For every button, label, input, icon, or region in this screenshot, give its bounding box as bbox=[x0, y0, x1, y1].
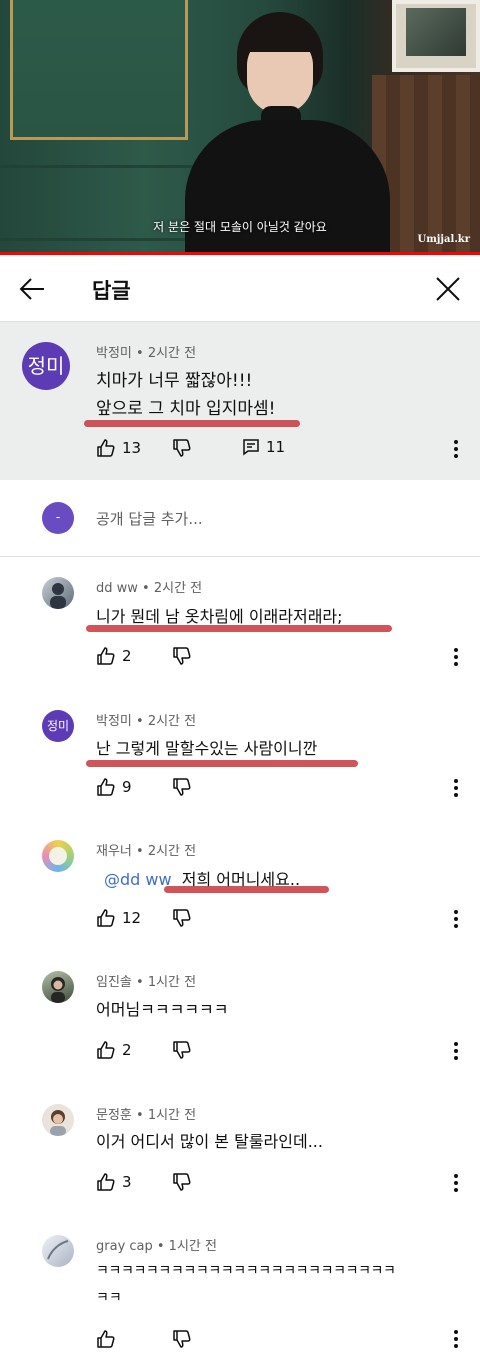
comment-author-time: 재우너 • 2시간 전 bbox=[96, 844, 197, 859]
root-comment: 정미 박정미 • 2시간 전 치마가 너무 짧잖아!!! 앞으로 그 치마 입지… bbox=[0, 322, 480, 480]
page-title: 답글 bbox=[92, 279, 131, 303]
thumbs-up-icon bbox=[97, 1330, 115, 1348]
thumbs-down-icon[interactable] bbox=[172, 1040, 192, 1060]
more-vert-icon[interactable] bbox=[452, 1328, 460, 1350]
like-button[interactable]: 9 bbox=[96, 777, 132, 797]
more-vert-icon[interactable] bbox=[452, 1172, 460, 1194]
like-count: 12 bbox=[122, 909, 142, 927]
like-button[interactable]: 13 bbox=[96, 438, 141, 458]
more-vert-icon[interactable] bbox=[452, 1040, 460, 1062]
add-reply-input[interactable]: 공개 답글 추가... bbox=[96, 508, 203, 529]
arrow-left-icon[interactable] bbox=[18, 275, 46, 303]
video-subtitle: 저 분은 절대 모솔이 아닐것 같아요 bbox=[153, 220, 327, 234]
watermark: Umjjal.kr bbox=[417, 234, 471, 245]
like-count: 2 bbox=[122, 647, 132, 665]
my-avatar: - bbox=[42, 502, 74, 534]
comment-author-time: gray cap • 1시간 전 bbox=[96, 1239, 217, 1254]
more-vert-icon[interactable] bbox=[452, 908, 460, 930]
like-button[interactable]: 2 bbox=[96, 1040, 132, 1060]
add-reply-row[interactable]: - 공개 답글 추가... bbox=[0, 480, 480, 557]
avatar[interactable] bbox=[42, 577, 74, 609]
avatar[interactable] bbox=[42, 1104, 74, 1136]
like-button[interactable]: 3 bbox=[96, 1172, 132, 1192]
thumbs-down-icon[interactable] bbox=[172, 1329, 192, 1349]
avatar[interactable]: 정미 bbox=[22, 342, 70, 390]
thumbs-up-icon bbox=[97, 1041, 115, 1059]
thumbs-up-icon bbox=[97, 909, 115, 927]
avatar[interactable]: 정미 bbox=[42, 710, 74, 742]
thumbs-down-icon[interactable] bbox=[172, 646, 192, 666]
thumbs-down-icon[interactable] bbox=[172, 1172, 192, 1192]
comment-author-time: 문정훈 • 1시간 전 bbox=[96, 1108, 197, 1123]
comment-text: 어머님ㅋㅋㅋㅋㅋㅋ bbox=[96, 1000, 229, 1019]
wall-picture bbox=[392, 0, 480, 72]
thumbs-down-icon[interactable] bbox=[172, 438, 192, 458]
thumbs-down-icon[interactable] bbox=[172, 777, 192, 797]
thumbs-down-icon[interactable] bbox=[172, 908, 192, 928]
more-vert-icon[interactable] bbox=[452, 646, 460, 668]
comment-text-line1: 치마가 너무 짧잖아!!! bbox=[96, 371, 253, 391]
thumbs-up-icon bbox=[97, 1173, 115, 1191]
thumbs-up-icon bbox=[97, 647, 115, 665]
like-count: 13 bbox=[122, 439, 142, 457]
video-player[interactable]: 저 분은 절대 모솔이 아닐것 같아요 Umjjal.kr bbox=[0, 0, 480, 255]
red-underline-mark bbox=[84, 420, 300, 427]
mention-link[interactable]: @dd ww bbox=[104, 870, 172, 889]
red-underline-mark bbox=[164, 886, 329, 893]
like-count: 3 bbox=[122, 1173, 132, 1191]
like-button[interactable]: 2 bbox=[96, 646, 132, 666]
thumbs-up-icon bbox=[97, 778, 115, 796]
comment-text: 난 그렇게 말할수있는 사람이니깐 bbox=[96, 739, 318, 758]
like-count: 2 bbox=[122, 1041, 132, 1059]
wall-panel bbox=[10, 0, 188, 140]
close-icon[interactable] bbox=[434, 275, 462, 303]
comment-author-time: 박정미 • 2시간 전 bbox=[96, 346, 197, 361]
like-button[interactable] bbox=[96, 1329, 116, 1349]
like-count: 9 bbox=[122, 778, 132, 796]
comment-text: 이거 어디서 많이 본 탈룰라인데... bbox=[96, 1132, 323, 1151]
comment-text-line1: ㅋㅋㅋㅋㅋㅋㅋㅋㅋㅋㅋㅋㅋㅋㅋㅋㅋㅋㅋㅋㅋㅋㅋㅋ bbox=[96, 1263, 396, 1279]
comment-author-time: dd ww • 2시간 전 bbox=[96, 581, 203, 596]
comment-author-time: 박정미 • 2시간 전 bbox=[96, 714, 197, 729]
replies-header: 답글 bbox=[0, 255, 480, 322]
avatar[interactable] bbox=[42, 971, 74, 1003]
comment-text-line2: 앞으로 그 치마 입지마셈! bbox=[96, 399, 276, 419]
reply-count: 11 bbox=[266, 438, 286, 456]
more-vert-icon[interactable] bbox=[452, 438, 460, 460]
comment-icon bbox=[243, 439, 259, 456]
red-underline-mark bbox=[86, 625, 392, 632]
avatar[interactable] bbox=[42, 840, 74, 872]
thumbs-up-icon bbox=[97, 439, 115, 457]
comment-text-line2: ㅋㅋ bbox=[96, 1290, 122, 1306]
like-button[interactable]: 12 bbox=[96, 908, 141, 928]
comment-author-time: 임진솔 • 1시간 전 bbox=[96, 975, 197, 990]
red-underline-mark bbox=[86, 760, 358, 767]
avatar[interactable] bbox=[42, 1235, 74, 1267]
more-vert-icon[interactable] bbox=[452, 777, 460, 799]
comment-text: 니가 뭔데 남 옷차림에 이래라저래라; bbox=[96, 607, 343, 626]
reply-count-button[interactable]: 11 bbox=[242, 438, 285, 456]
